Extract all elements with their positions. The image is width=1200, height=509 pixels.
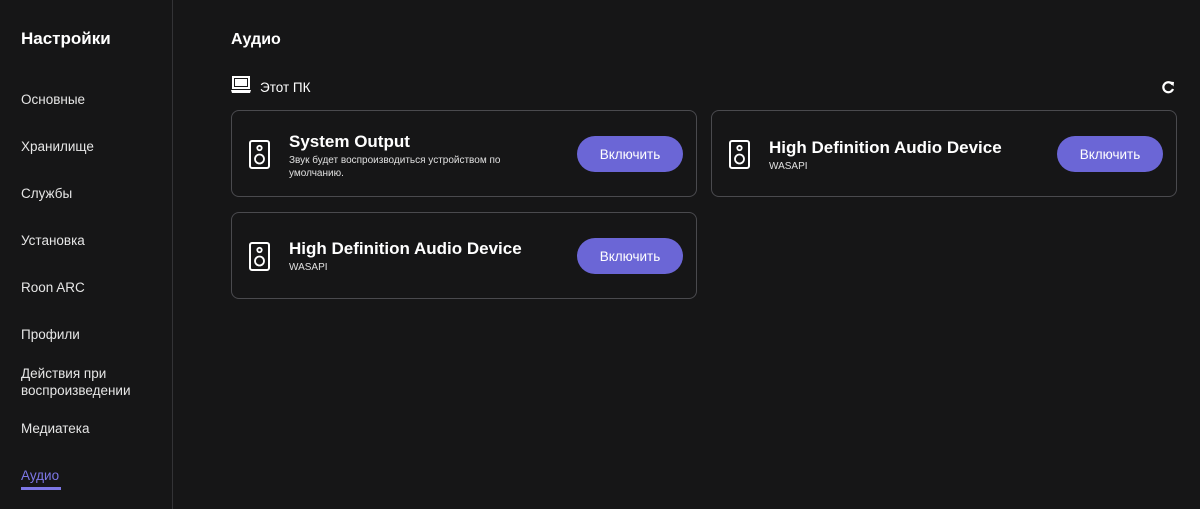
sidebar-title: Настройки: [21, 29, 111, 48]
device-subtitle: Звук будет воспроизводиться устройством …: [289, 155, 501, 179]
sidebar-item-general[interactable]: Основные: [21, 91, 161, 108]
device-card-hd-audio-1: High Definition Audio Device WASAPI Вклю…: [711, 110, 1177, 197]
sidebar-item-label: Установка: [21, 233, 85, 248]
device-name: High Definition Audio Device: [769, 138, 1002, 157]
sidebar-item-playback[interactable]: Действия при воспроизведении: [21, 365, 146, 399]
sidebar-item-label: Медиатека: [21, 421, 90, 436]
sidebar-item-setup[interactable]: Установка: [21, 232, 161, 249]
speaker-icon: [729, 140, 750, 169]
enable-button[interactable]: Включить: [1057, 136, 1163, 172]
sidebar-item-roon-arc[interactable]: Roon ARC: [21, 279, 161, 296]
section-label: Этот ПК: [260, 79, 311, 95]
sidebar-item-storage[interactable]: Хранилище: [21, 138, 161, 155]
sidebar-item-label: Roon ARC: [21, 280, 85, 295]
device-name: High Definition Audio Device: [289, 239, 522, 258]
refresh-icon[interactable]: [1160, 79, 1176, 95]
section-header: Этот ПК: [231, 75, 311, 99]
device-name: System Output: [289, 132, 410, 151]
page-title: Аудио: [231, 31, 281, 48]
settings-window: Настройки Основные Хранилище Службы Уста…: [0, 0, 1200, 509]
sidebar-item-label: Службы: [21, 186, 73, 201]
sidebar-item-profiles[interactable]: Профили: [21, 326, 161, 343]
device-card-hd-audio-2: High Definition Audio Device WASAPI Вклю…: [231, 212, 697, 299]
sidebar-item-label: Аудио: [21, 468, 60, 483]
sidebar-item-library[interactable]: Медиатека: [21, 420, 161, 437]
speaker-icon: [249, 242, 270, 271]
sidebar-item-services[interactable]: Службы: [21, 185, 161, 202]
speaker-icon: [249, 140, 270, 169]
sidebar-item-label: Хранилище: [21, 139, 94, 154]
sidebar-item-label: Профили: [21, 327, 80, 342]
sidebar-item-label: Основные: [21, 92, 86, 107]
sidebar: Настройки Основные Хранилище Службы Уста…: [0, 0, 173, 509]
active-indicator: [21, 487, 61, 490]
sidebar-item-audio[interactable]: Аудио: [21, 467, 161, 490]
device-card-system-output: System Output Звук будет воспроизводитьс…: [231, 110, 697, 197]
sidebar-item-label: Действия при воспроизведении: [21, 366, 131, 398]
laptop-icon: [231, 75, 251, 99]
enable-button[interactable]: Включить: [577, 238, 683, 274]
enable-button[interactable]: Включить: [577, 136, 683, 172]
device-subtitle: WASAPI: [289, 262, 328, 273]
device-subtitle: WASAPI: [769, 161, 808, 172]
